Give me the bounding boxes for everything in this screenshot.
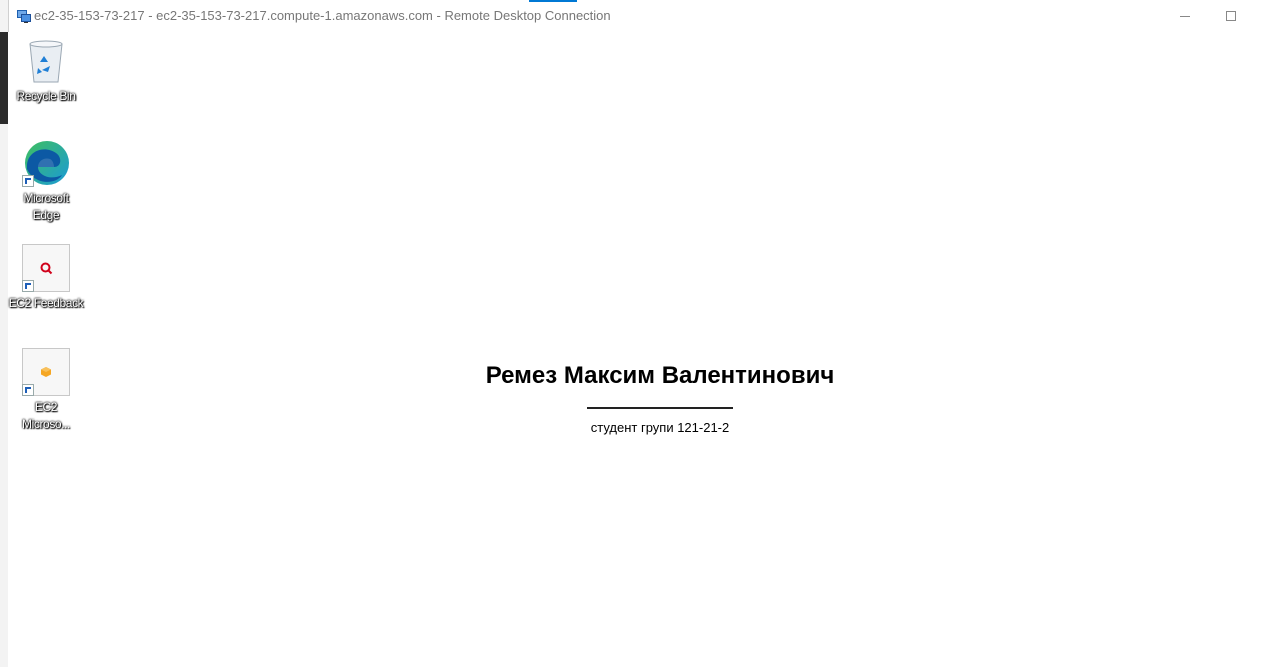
desktop-icon-label: EC2 Microso... <box>21 400 70 431</box>
minimize-icon <box>1180 15 1190 17</box>
remote-desktop-icon <box>16 8 32 24</box>
desktop-icon-ec2-feedback[interactable]: EC2 Feedback <box>8 243 84 312</box>
window-title: ec2-35-153-73-217 - ec2-35-153-73-217.co… <box>34 8 611 23</box>
desktop-icon-label: Recycle Bin <box>16 89 76 103</box>
wallpaper-name: Ремез Максим Валентинович <box>485 362 835 389</box>
title-bar: ec2-35-153-73-217 - ec2-35-153-73-217.co… <box>0 0 1280 32</box>
desktop-icon-recycle-bin[interactable]: Recycle Bin <box>8 36 84 105</box>
wallpaper-divider <box>587 407 733 409</box>
shortcut-arrow-icon <box>22 175 34 187</box>
desktop-icon-label: Microsoft Edge <box>23 191 69 222</box>
wallpaper-subtitle: студент групи 121-21-2 <box>590 420 730 435</box>
minimize-button[interactable] <box>1162 0 1208 32</box>
maximize-button[interactable] <box>1208 0 1254 32</box>
wallpaper: Ремез Максим Валентинович студент групи … <box>8 32 1280 667</box>
shortcut-arrow-icon <box>22 280 34 292</box>
desktop-icon-microsoft-edge[interactable]: Microsoft Edge <box>8 138 84 224</box>
recycle-bin-icon <box>21 36 71 86</box>
edge-icon <box>21 138 71 188</box>
remote-desktop: Ремез Максим Валентинович студент групи … <box>8 32 1280 667</box>
shortcut-arrow-icon <box>22 384 34 396</box>
desktop-icon-ec2-microsoft[interactable]: EC2 Microso... <box>8 347 84 433</box>
maximize-icon <box>1226 11 1236 21</box>
desktop-icon-label: EC2 Feedback <box>8 296 84 310</box>
